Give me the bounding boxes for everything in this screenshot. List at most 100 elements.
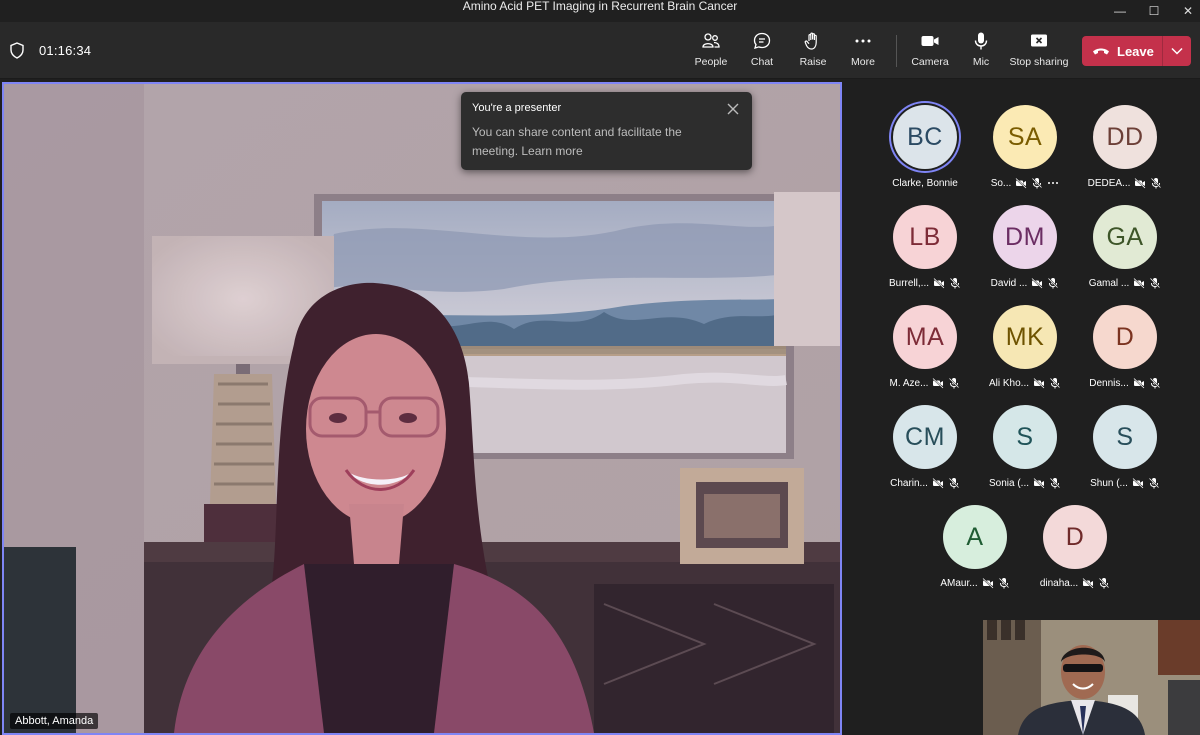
camera-off-icon — [1031, 277, 1043, 289]
camera-off-icon — [1082, 577, 1094, 589]
avatar: D — [1043, 505, 1107, 569]
camera-off-icon — [932, 377, 945, 389]
stop-sharing-button[interactable]: Stop sharing — [1010, 31, 1068, 75]
participant-name: Sonia (... — [988, 477, 1030, 489]
mic-off-icon — [1048, 277, 1059, 289]
participant-name: Burrell,... — [888, 277, 929, 289]
phone-hangup-icon — [1093, 48, 1109, 55]
mic-off-icon — [949, 277, 961, 289]
camera-off-icon — [933, 277, 945, 289]
meeting-stage: You're a presenter You can share content… — [0, 80, 1200, 735]
mic-off-icon — [948, 477, 960, 489]
mic-off-icon — [1032, 177, 1043, 189]
more-icon — [855, 39, 871, 43]
presenter-name-tag: Abbott, Amanda — [10, 713, 99, 729]
participant-tile[interactable]: MK Ali Kho... — [975, 305, 1075, 400]
toast-body: You can share content and facilitate the… — [472, 125, 682, 158]
camera-off-icon — [1133, 377, 1145, 389]
mic-label: Mic — [972, 56, 990, 68]
participant-name: Ali Kho... — [988, 377, 1030, 389]
camera-off-icon — [982, 577, 994, 589]
camera-off-icon — [1033, 477, 1045, 489]
participant-name: AMaur... — [940, 577, 978, 589]
leave-options-button[interactable] — [1163, 36, 1191, 66]
participant-tile[interactable]: LB Burrell,... — [875, 205, 975, 300]
toolbar-divider — [896, 35, 897, 67]
participant-info: Gamal ... — [1075, 276, 1175, 290]
main-video-tile[interactable]: You're a presenter You can share content… — [2, 82, 842, 735]
window-title: Amino Acid PET Imaging in Recurrent Brai… — [462, 0, 738, 13]
chat-button[interactable]: Chat — [746, 31, 778, 75]
participant-name: M. Aze... — [889, 377, 929, 389]
mic-off-icon — [1151, 177, 1162, 189]
mic-off-icon — [1149, 377, 1160, 389]
title-bar: Amino Acid PET Imaging in Recurrent Brai… — [0, 0, 1200, 22]
camera-off-icon — [1033, 377, 1045, 389]
mic-off-icon — [1150, 277, 1161, 289]
avatar: MK — [993, 305, 1057, 369]
avatar: GA — [1093, 205, 1157, 269]
participant-info: AMaur... — [925, 576, 1025, 590]
participant-info: DEDEA... — [1075, 176, 1175, 190]
mic-off-icon — [1049, 477, 1061, 489]
close-window-button[interactable]: ✕ — [1168, 0, 1200, 22]
close-icon[interactable] — [726, 102, 740, 116]
raise-hand-button[interactable]: Raise — [796, 31, 830, 75]
participant-info: Charin... — [875, 476, 975, 490]
camera-off-icon — [1134, 177, 1146, 189]
leave-button[interactable]: Leave — [1082, 36, 1191, 66]
chevron-down-icon — [1171, 47, 1183, 55]
people-icon — [702, 33, 720, 48]
more-button[interactable]: More — [846, 31, 880, 75]
people-label: People — [694, 56, 728, 68]
presenter-toast: You're a presenter You can share content… — [461, 92, 752, 170]
participant-info: Shun (... — [1075, 476, 1175, 490]
camera-button[interactable]: Camera — [910, 31, 950, 75]
avatar: CM — [893, 405, 957, 469]
camera-off-icon — [1015, 177, 1027, 189]
presenter-video — [4, 84, 840, 733]
participant-tile[interactable]: GA Gamal ... — [1075, 205, 1175, 300]
participant-tile[interactable]: D Dennis... — [1075, 305, 1175, 400]
participant-tile[interactable]: MA M. Aze... — [875, 305, 975, 400]
avatar: A — [943, 505, 1007, 569]
raise-label: Raise — [799, 56, 827, 68]
participant-name: dinaha... — [1039, 577, 1079, 589]
participant-name: So... — [990, 177, 1012, 189]
participant-name: Clarke, Bonnie — [892, 177, 958, 189]
participant-tile[interactable]: DD DEDEA... — [1075, 105, 1175, 200]
more-label: More — [851, 56, 875, 68]
mic-off-icon — [949, 377, 960, 389]
avatar: LB — [893, 205, 957, 269]
self-view-video[interactable] — [983, 620, 1200, 735]
participant-tile[interactable]: S Shun (... — [1075, 405, 1175, 500]
participant-name: Gamal ... — [1088, 277, 1130, 289]
camera-off-icon — [1133, 277, 1145, 289]
meeting-timer: 01:16:34 — [39, 43, 92, 58]
mic-icon — [974, 32, 988, 50]
mic-off-icon — [1049, 377, 1061, 389]
avatar: MA — [893, 305, 957, 369]
mic-off-icon — [998, 577, 1009, 589]
more-options-icon[interactable] — [1047, 177, 1059, 189]
people-button[interactable]: People — [692, 31, 730, 75]
stop-sharing-label: Stop sharing — [1009, 56, 1069, 68]
toast-title: You're a presenter — [472, 102, 562, 114]
participant-tile[interactable]: S Sonia (... — [975, 405, 1075, 500]
leave-label: Leave — [1117, 43, 1154, 59]
participant-tile[interactable]: SA So... — [975, 105, 1075, 200]
mic-button[interactable]: Mic — [966, 31, 996, 75]
participant-tile[interactable]: BC Clarke, Bonnie — [875, 105, 975, 200]
participant-info: Clarke, Bonnie — [875, 176, 975, 190]
participant-info: So... — [975, 176, 1075, 190]
shield-icon — [10, 42, 24, 59]
participant-tile[interactable]: CM Charin... — [875, 405, 975, 500]
avatar: DD — [1093, 105, 1157, 169]
participant-tile[interactable]: A AMaur... — [925, 505, 1025, 600]
participant-tile[interactable]: Ddinaha... — [1025, 505, 1125, 600]
participant-tile[interactable]: DM David ... — [975, 205, 1075, 300]
leave-main[interactable]: Leave — [1082, 36, 1162, 66]
meeting-toolbar: 01:16:34 People Chat Raise More Camera M… — [0, 22, 1200, 79]
participant-name: Shun (... — [1090, 477, 1128, 489]
participant-info: Sonia (... — [975, 476, 1075, 490]
